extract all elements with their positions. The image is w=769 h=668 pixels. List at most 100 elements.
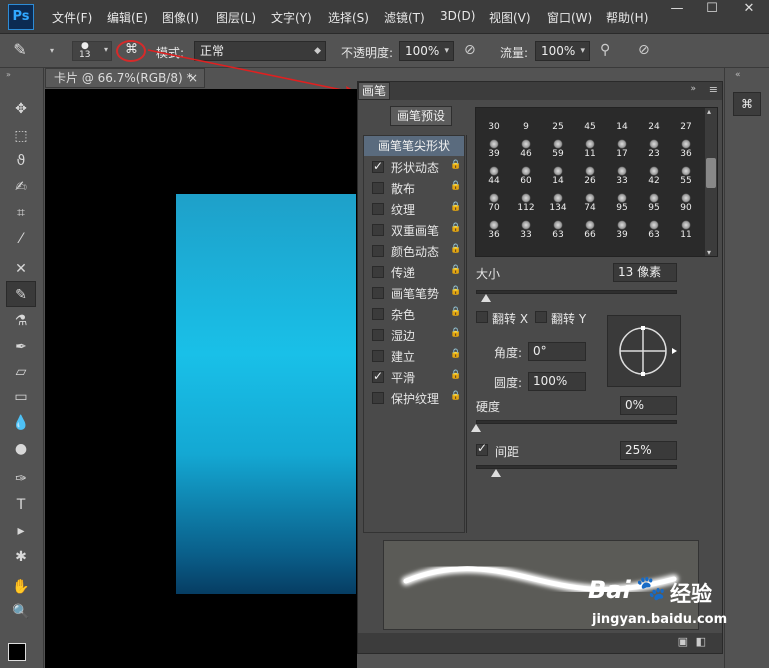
option-checkbox[interactable] [372,159,384,173]
hand-tool-icon[interactable]: ✋ [6,574,36,600]
brush-option-item[interactable]: 颜色动态 🔒 [364,241,464,261]
brush-tip-cell[interactable]: 23 [638,138,670,159]
lock-icon[interactable]: 🔒 [450,349,461,361]
angle-field[interactable]: 0° [528,342,586,361]
brush-option-item[interactable]: 画笔笔势 🔒 [364,283,464,303]
brush-tip-cell[interactable]: 24 [638,111,670,132]
menu-filter[interactable]: 滤镜(T) [384,9,425,26]
brush-tip-cell[interactable]: 60 [510,165,542,186]
size-field[interactable]: 13 像素 [613,263,677,282]
crop-tool-icon[interactable]: ⌗ [6,200,36,226]
zoom-tool-icon[interactable]: 🔍 [6,599,36,625]
lock-icon[interactable]: 🔒 [450,202,461,214]
eraser-tool-icon[interactable]: ▱ [6,359,36,385]
scroll-up-icon[interactable]: ▴ [707,107,711,116]
scroll-down-icon[interactable]: ▾ [707,248,711,257]
brush-tip-cell[interactable]: 11 [574,138,606,159]
brush-option-item[interactable]: 双重画笔 🔒 [364,220,464,240]
brush-tip-cell[interactable]: 33 [510,219,542,240]
brush-tip-grid[interactable]: 30 9 25 45 14 24 27 39 46 59 11 17 23 36 44 60 14 26 33 42 5… [475,107,718,257]
brush-option-item[interactable]: 传递 🔒 [364,262,464,282]
brush-tip-cell[interactable]: 14 [606,111,638,132]
move-tool-icon[interactable]: ✥ [6,96,36,122]
brush-tip-cell[interactable]: 63 [638,219,670,240]
panel-menu-icon[interactable]: ≡ [709,83,718,96]
brush-tip-cell[interactable]: 95 [638,192,670,213]
option-checkbox[interactable] [372,245,384,257]
angle-roundness-widget[interactable] [607,315,681,387]
menu-help[interactable]: 帮助(H) [606,9,648,26]
collapse-icon[interactable]: » [6,70,11,79]
close-document-icon[interactable]: × [188,69,198,87]
menu-file[interactable]: 文件(F) [52,9,92,26]
tool-preset-arrow-icon[interactable]: ▾ [50,46,54,55]
scroll-thumb[interactable] [706,158,716,188]
option-checkbox[interactable] [372,266,384,278]
brush-tip-cell[interactable]: 90 [670,192,702,213]
brush-tip-cell[interactable]: 11 [670,219,702,240]
path-select-tool-icon[interactable]: ▸ [6,518,36,544]
brush-option-item[interactable]: 杂色 🔒 [364,304,464,324]
shape-tool-icon[interactable]: ✱ [6,544,36,570]
toggle-brush-panel-button[interactable]: ⌘ [116,40,146,62]
spacing-field[interactable]: 25% [620,441,677,460]
gradient-tool-icon[interactable]: ▭ [6,384,36,410]
dodge-tool-icon[interactable]: ● [6,436,36,462]
lock-icon[interactable]: 🔒 [450,160,461,172]
airbrush-icon[interactable]: ⚲ [600,42,620,62]
option-checkbox[interactable] [372,350,384,362]
brush-tip-cell[interactable]: 46 [510,138,542,159]
menu-window[interactable]: 窗口(W) [547,9,592,26]
brush-option-item[interactable]: 散布 🔒 [364,178,464,198]
brush-tip-cell[interactable]: 14 [542,165,574,186]
brush-panel-tab[interactable]: 画笔 [358,82,390,100]
menu-view[interactable]: 视图(V) [489,9,531,26]
close-button[interactable]: ✕ [734,0,764,20]
flip-x-checkbox[interactable] [476,311,488,323]
option-checkbox[interactable] [372,369,384,383]
brush-tool-icon[interactable]: ✎ [6,40,34,62]
brush-option-item[interactable]: 湿边 🔒 [364,325,464,345]
hardness-field[interactable]: 0% [620,396,677,415]
brush-tip-cell[interactable]: 74 [574,192,606,213]
expand-icon[interactable]: « [735,70,741,80]
menu-edit[interactable]: 编辑(E) [107,9,148,26]
maximize-button[interactable]: ☐ [697,0,727,20]
flow-field[interactable]: 100% ▾ [535,41,590,61]
brush-tip-cell[interactable]: 26 [574,165,606,186]
brush-tip-cell[interactable]: 30 [478,111,510,132]
eyedropper-tool-icon[interactable]: ⁄ [6,226,36,252]
brush-tool-icon[interactable]: ✎ [6,281,36,307]
lock-icon[interactable]: 🔒 [450,265,461,277]
lock-icon[interactable]: 🔒 [450,223,461,235]
brush-option-item[interactable]: 平滑 🔒 [364,367,464,387]
brush-grid-scrollbar[interactable]: ▴ ▾ [705,107,717,257]
spacing-slider-knob[interactable] [491,469,502,477]
menu-image[interactable]: 图像(I) [162,9,199,26]
brush-tip-cell[interactable]: 33 [606,165,638,186]
brush-tip-cell[interactable]: 45 [574,111,606,132]
brush-tip-cell[interactable]: 9 [510,111,542,132]
lock-icon[interactable]: 🔒 [450,286,461,298]
brush-panel-dock-icon[interactable]: ⌘ [733,92,761,116]
option-checkbox[interactable] [372,224,384,236]
option-checkbox[interactable] [372,182,384,194]
healing-tool-icon[interactable]: ✕ [6,256,36,282]
option-checkbox[interactable] [372,203,384,215]
minimize-button[interactable]: — [662,0,692,20]
brush-tip-cell[interactable]: 63 [542,219,574,240]
brush-tip-cell[interactable]: 55 [670,165,702,186]
lock-icon[interactable]: 🔒 [450,328,461,340]
option-checkbox[interactable] [372,329,384,341]
option-checkbox[interactable] [372,308,384,320]
brush-presets-button[interactable]: 画笔预设 [390,106,452,126]
option-checkbox[interactable] [372,287,384,299]
roundness-field[interactable]: 100% [528,372,586,391]
brush-tip-cell[interactable]: 39 [606,219,638,240]
brush-tip-cell[interactable]: 66 [574,219,606,240]
brush-tip-cell[interactable]: 112 [510,192,542,213]
lasso-tool-icon[interactable]: ϑ [6,148,36,174]
brush-tip-cell[interactable]: 42 [638,165,670,186]
menu-3d[interactable]: 3D(D) [440,9,475,23]
brush-tip-cell[interactable]: 25 [542,111,574,132]
